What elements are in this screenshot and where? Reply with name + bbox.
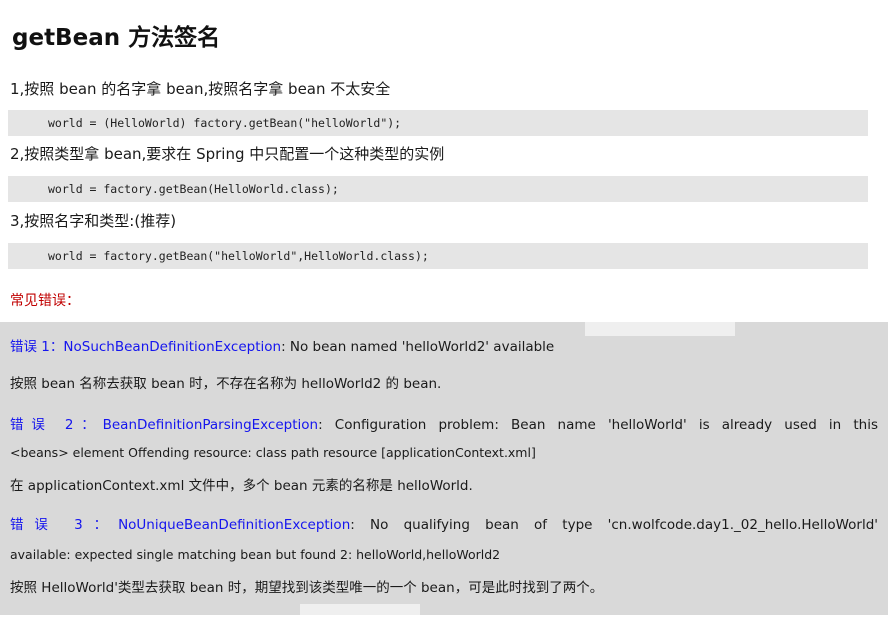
error-3-label: 错误 3： — [10, 517, 119, 533]
error-1-line: 错误 1：NoSuchBeanDefinitionException: No b… — [10, 335, 554, 355]
step-2-text: 2,按照类型拿 bean,要求在 Spring 中只配置一个这种类型的实例 — [10, 145, 445, 163]
error-1-exception[interactable]: NoSuchBeanDefinitionException — [63, 339, 281, 355]
error-3-exception[interactable]: NoUniqueBeanDefinitionException — [118, 517, 350, 533]
error-3-explanation: 按照 HelloWorld'类型去获取 bean 时，期望找到该类型唯一的一个 … — [10, 580, 604, 596]
code-block-3: world = factory.getBean("helloWorld",Hel… — [8, 243, 868, 269]
page-title: getBean 方法签名 — [12, 25, 221, 51]
code-block-1: world = (HelloWorld) factory.getBean("he… — [8, 110, 868, 136]
error-2-exception[interactable]: BeanDefinitionParsingException — [103, 417, 318, 433]
error-3-message: : No qualifying bean of type 'cn.wolfcod… — [350, 517, 878, 533]
step-3-text: 3,按照名字和类型:(推荐) — [10, 212, 177, 230]
error-1-explanation: 按照 bean 名称去获取 bean 时，不存在名称为 helloWorld2 … — [10, 376, 442, 392]
error-1-message: : No bean named 'helloWorld2' available — [281, 339, 555, 355]
errors-box: 错误 1：NoSuchBeanDefinitionException: No b… — [0, 322, 888, 615]
error-2-line: 错误 2：BeanDefinitionParsingException: Con… — [10, 413, 878, 433]
step-1-text: 1,按照 bean 的名字拿 bean,按照名字拿 bean 不太安全 — [10, 80, 391, 98]
errors-heading: 常见错误： — [10, 293, 80, 309]
watermark-shape — [585, 322, 735, 336]
error-2-explanation: 在 applicationContext.xml 文件中，多个 bean 元素的… — [10, 478, 473, 494]
error-2-message-cont: <beans> element Offending resource: clas… — [10, 445, 536, 460]
watermark-shape-bottom — [300, 604, 420, 615]
error-3-message-cont: available: expected single matching bean… — [10, 547, 501, 562]
error-2-message: : Configuration problem: Bean name 'hell… — [318, 417, 878, 433]
error-1-label: 错误 1： — [10, 339, 64, 355]
error-2-label: 错误 2： — [10, 417, 103, 433]
error-3-line: 错误 3：NoUniqueBeanDefinitionException: No… — [10, 513, 878, 533]
code-block-2: world = factory.getBean(HelloWorld.class… — [8, 176, 868, 202]
